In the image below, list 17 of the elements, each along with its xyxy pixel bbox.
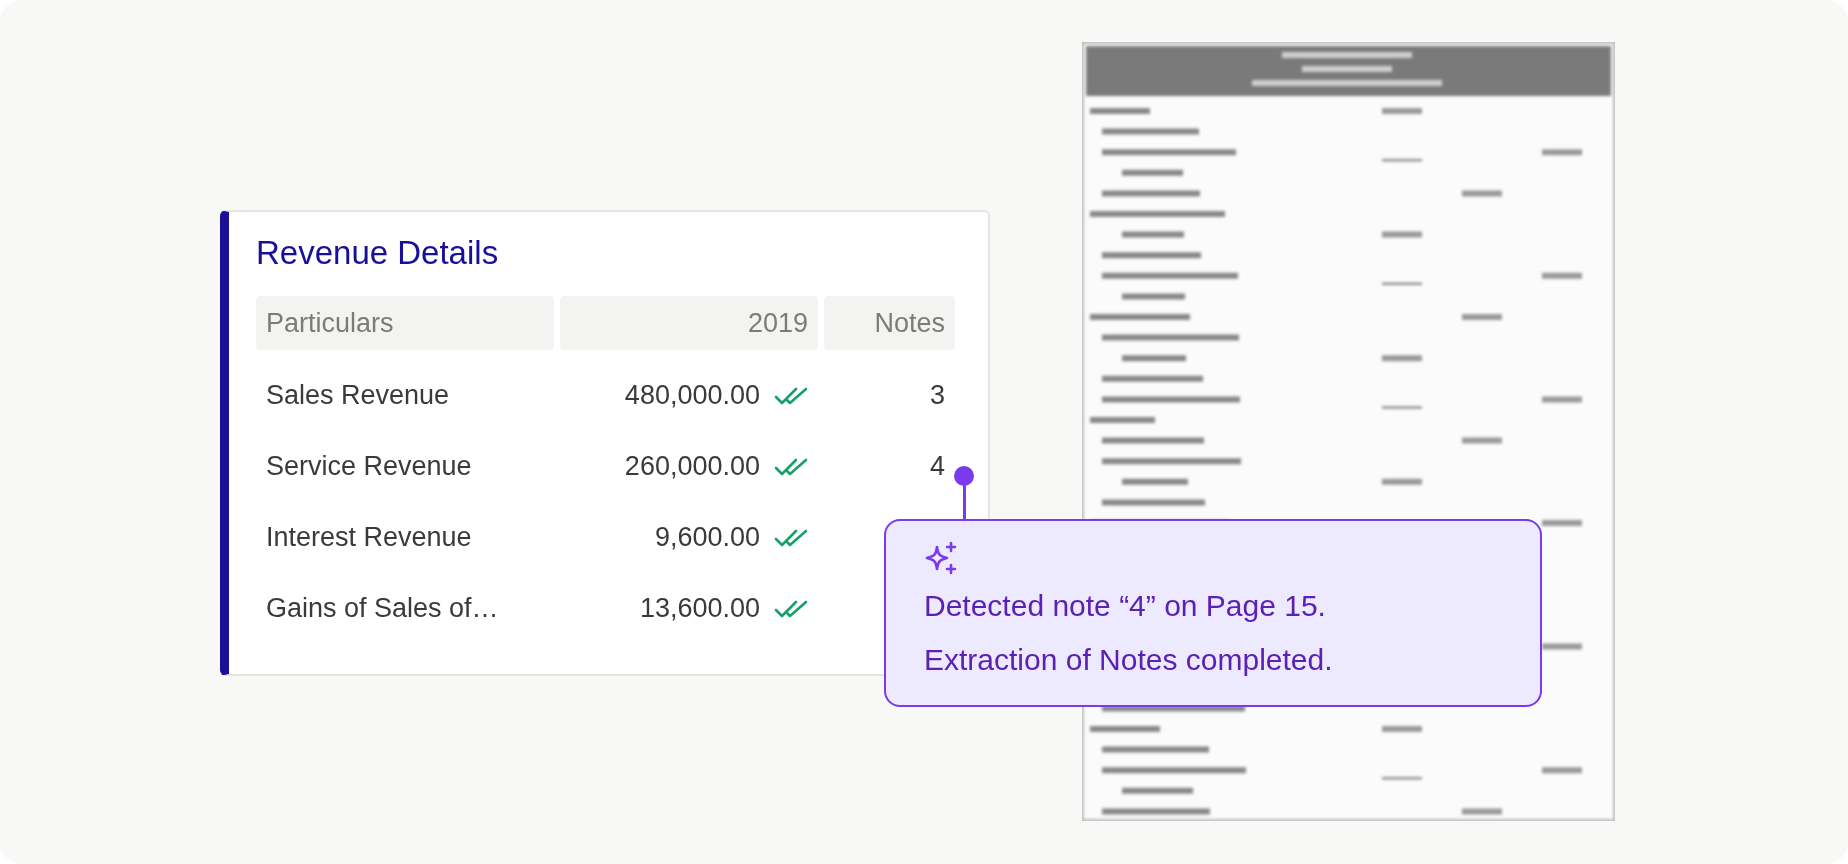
table-cell: 9,600.00 xyxy=(654,522,760,553)
table-cell: 4 xyxy=(929,451,945,482)
sparkle-icon xyxy=(924,541,958,575)
table-cell: Service Revenue xyxy=(266,451,472,482)
card-title: Revenue Details xyxy=(256,234,499,272)
tooltip-text: Detected note “4” on Page 15. xyxy=(924,588,1326,624)
table-cell: Interest Revenue xyxy=(266,522,472,553)
table-cell: Gains of Sales of… xyxy=(266,593,499,624)
table-cell: 260,000.00 xyxy=(624,451,760,482)
table-cell: 3 xyxy=(929,380,945,411)
column-header: Particulars xyxy=(256,296,554,350)
column-header: 2019 xyxy=(560,296,818,350)
table-cell: 480,000.00 xyxy=(624,380,760,411)
column-header: Notes xyxy=(824,296,955,350)
table-cell: 13,600.00 xyxy=(639,593,760,624)
tooltip-text: Extraction of Notes completed. xyxy=(924,642,1333,678)
table-cell: Sales Revenue xyxy=(266,380,450,411)
